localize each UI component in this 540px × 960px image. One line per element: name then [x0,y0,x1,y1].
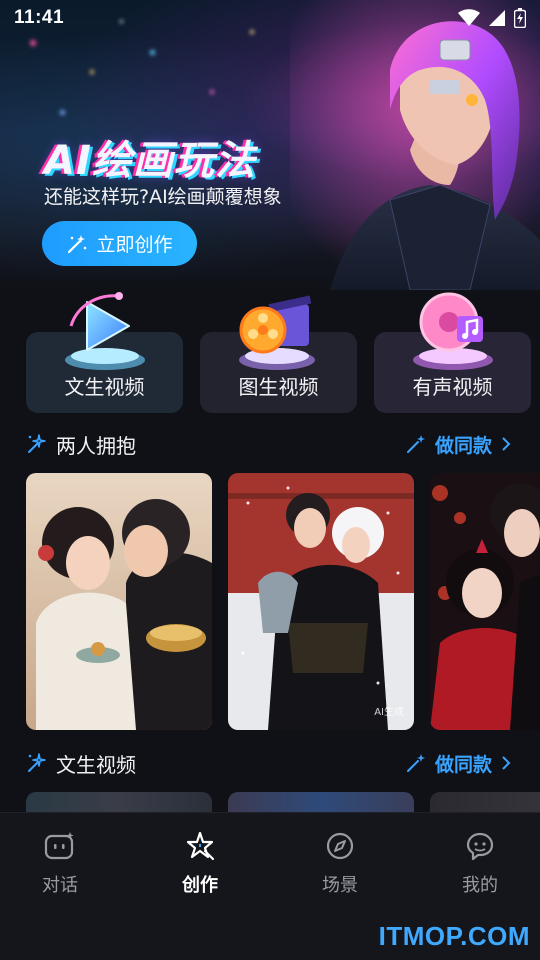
chevron-right-icon [502,437,511,451]
hero-title: AI绘画玩法 [44,138,256,184]
compass-icon [326,832,354,860]
magic-star-icon [186,831,215,861]
make-same-label: 做同款 [434,434,492,457]
status-bar: 11:41 [0,0,540,36]
couple-red-dress-photo [430,473,540,730]
wifi-icon [458,9,480,26]
nav-label: 对话 [42,875,78,896]
template-cards-row-partial [26,792,540,812]
status-time: 11:41 [14,7,65,28]
magic-wand-icon [406,435,425,453]
music-disc-icon [412,292,493,370]
section-title: 文生视频 [56,752,136,777]
chat-bot-icon [44,832,74,860]
site-watermark: ITMOP.COM [378,921,530,951]
cyberpunk-girl-illustration [290,0,540,290]
profile-icon [466,832,494,861]
template-card[interactable] [228,792,414,812]
magic-wand-icon [68,234,87,253]
battery-charging-icon [514,8,526,28]
template-card[interactable] [26,792,212,812]
nav-scenes[interactable]: 场景 [290,831,390,897]
nav-label: 创作 [182,875,218,896]
nav-create[interactable]: 创作 [150,831,250,897]
nav-label: 场景 [322,875,358,896]
status-icons [458,8,526,28]
hero-banner[interactable]: 11:41 AI绘画玩法 还能这样玩?AI绘画颠覆想象 立即创作 [0,0,540,290]
make-same-button[interactable]: 做同款 [405,750,512,777]
magic-wand-icon [406,754,425,772]
create-now-button[interactable]: 立即创作 [42,221,197,266]
make-same-label: 做同款 [434,753,492,776]
template-card[interactable] [430,792,540,812]
category-tiles: 文生视频 图生视频 有声视频 [26,286,531,414]
signal-icon [489,10,505,26]
hero-subtitle: 还能这样玩?AI绘画颠覆想象 [44,186,282,208]
ai-generated-watermark: AI生成 [374,707,404,718]
make-same-button[interactable]: 做同款 [405,431,512,458]
couple-kiss-photo [26,473,212,730]
bottom-navigation: 对话 创作 场景 我的 ITMOP.COM [0,812,540,960]
nav-label: 我的 [462,875,498,896]
category-text-to-video[interactable]: 文生视频 [26,292,183,413]
template-card[interactable] [430,473,540,730]
template-card[interactable] [26,473,212,730]
magic-sparkle-icon [28,753,46,772]
nav-chat[interactable]: 对话 [10,831,110,897]
create-now-label: 立即创作 [96,234,173,256]
magic-sparkle-icon [28,434,46,453]
section-header-hug: 两人拥抱 做同款 [0,424,540,464]
category-image-to-video[interactable]: 图生视频 [200,295,357,413]
couple-snow-hug-photo [228,473,414,730]
section-header-text-to-video: 文生视频 做同款 [0,743,540,783]
play-video-icon [64,292,145,370]
template-cards-row: AI生成 [26,473,540,731]
nav-profile[interactable]: 我的 [430,831,530,897]
template-card[interactable]: AI生成 [228,473,414,730]
section-title: 两人拥抱 [56,433,136,458]
category-audio-video[interactable]: 有声视频 [374,292,531,413]
chevron-right-icon [502,756,511,770]
film-reel-icon [238,295,315,370]
